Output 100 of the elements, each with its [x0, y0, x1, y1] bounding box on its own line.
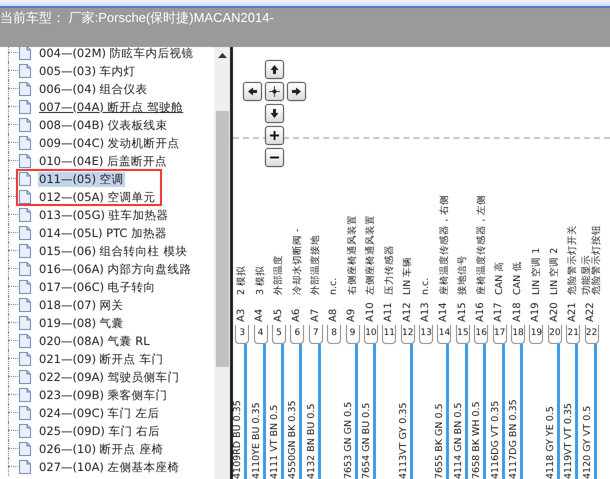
tree-item[interactable]: 013—(05G) 驻车加热器	[38, 208, 170, 222]
tree-item[interactable]: 010—(04E) 后盖断开点	[38, 154, 168, 168]
pin-label: A8	[328, 308, 339, 322]
document-icon	[19, 442, 31, 456]
wire-label: 4113VT GY 0.35	[398, 402, 409, 479]
tree-item[interactable]: 016—(06A) 内部方向盘线路	[38, 262, 193, 276]
wire-label: 7658 BK WH 0.5	[472, 401, 482, 479]
tree-item[interactable]: 005—(03) 车内灯	[38, 64, 137, 78]
wire-label: 4117DG BN 0.35	[509, 399, 520, 479]
tree-item[interactable]: 024—(09C) 车门 左后	[38, 406, 160, 420]
pin-label: A12	[402, 302, 413, 322]
pin-label: A4	[255, 308, 266, 322]
tree-item[interactable]: 009—(04C) 发动机断开点	[38, 136, 181, 150]
arrow-down-button[interactable]	[265, 104, 284, 123]
tree-item[interactable]: 019—(08) 气囊	[38, 316, 125, 330]
pin-description: 危险警示灯开关	[568, 225, 578, 295]
tree-item[interactable]: 014—(05L) PTC 加热器	[38, 226, 168, 240]
pin-terminal: 5	[272, 325, 286, 344]
pin-terminal: 18	[511, 325, 526, 344]
tree-item[interactable]: 020—(08A) 气囊 RL	[38, 334, 151, 348]
arrow-up-button[interactable]	[265, 60, 284, 79]
document-icon	[19, 298, 31, 312]
vehicle-model-label: 当前车型： 厂家:Porsche(保时捷)MACAN2014-	[0, 10, 274, 26]
pin-label: A10	[366, 302, 376, 322]
pin-terminal: 4	[254, 325, 268, 344]
pin-description: n.c.	[329, 278, 340, 295]
pin-label: A14	[439, 302, 450, 322]
document-icon	[19, 316, 31, 330]
pin-label: A16	[476, 302, 486, 322]
pin-description: n.c.	[421, 278, 432, 295]
pin-description: 右侧座椅通风装置	[348, 215, 358, 295]
arrow-down-icon	[268, 107, 281, 120]
document-icon	[19, 172, 31, 186]
tree-item[interactable]: 011—(05) 空调	[38, 172, 125, 186]
pin-label: A5	[274, 308, 284, 322]
tree-item[interactable]: 023—(09B) 乘客侧车门	[38, 388, 169, 402]
pin-description: 压力传感器	[384, 245, 395, 295]
document-icon	[19, 154, 31, 168]
pin-terminal: 9	[346, 325, 360, 344]
document-icon	[19, 136, 31, 150]
pin-description: 2 模拟	[237, 266, 248, 295]
arrow-left-button[interactable]	[243, 82, 262, 101]
tree-item[interactable]: 015—(06) 组合转向柱 模块	[38, 244, 188, 258]
pin-label: A11	[384, 302, 394, 322]
pin-description: 3 模拟	[256, 266, 266, 295]
pin-label: A7	[310, 308, 321, 322]
document-icon	[19, 424, 31, 438]
pin-terminal: 16	[474, 325, 488, 344]
tree-item[interactable]: 017—(06C) 电子转向	[38, 280, 157, 294]
wire-label: 7654 GN BU 0.5	[362, 402, 372, 479]
tree-item[interactable]: 007—(04A) 断开点 驾驶舱	[38, 100, 184, 114]
pin-description: LIN 车辆	[402, 256, 413, 295]
pin-terminal: 15	[456, 325, 470, 344]
arrow-left-icon	[246, 85, 259, 98]
pin-description: 左侧座椅通风装置	[366, 215, 376, 295]
pin-description: 冷却水切断阀 -	[292, 228, 303, 295]
crosshair-button[interactable]	[265, 82, 284, 101]
pin-terminal: 6	[290, 325, 304, 344]
pin-terminal: 3	[235, 325, 250, 344]
document-icon	[19, 244, 31, 258]
pin-label: A9	[347, 308, 358, 322]
scrollbar-thumb[interactable]	[216, 111, 228, 367]
tree-item[interactable]: 027—(10A) 左侧基本座椅	[38, 460, 181, 474]
tree-item[interactable]: 025—(09D) 车门 右后	[38, 424, 162, 438]
document-icon	[19, 226, 31, 240]
document-icon	[19, 190, 31, 204]
arrow-right-button[interactable]	[287, 82, 306, 101]
pin-label: A17	[494, 302, 504, 322]
pin-terminal: 13	[419, 325, 434, 344]
tree-item[interactable]: 012—(05A) 空调单元	[38, 190, 157, 204]
tree-item[interactable]: 004—(02M) 防眩车内后视镜	[38, 47, 195, 60]
pin-terminal: 19	[529, 325, 544, 344]
wire-label: 4118 GY YE 0.5	[546, 406, 556, 479]
pin-description: CAN 低	[513, 262, 524, 295]
wire-label: 4120 GY VT 0.5	[582, 406, 593, 479]
scroll-up-icon[interactable]	[218, 53, 226, 58]
pin-description: 危险警示灯按钮	[592, 225, 602, 295]
wire-label: 4132 BN BU 0.5	[306, 404, 317, 479]
wire-label: 4111 VT BN 0.5	[270, 404, 280, 479]
document-icon	[19, 208, 31, 222]
tree-item[interactable]: 026—(10) 断开点 座椅	[38, 442, 164, 456]
wire-label: 4109RD BU 0.35	[233, 400, 244, 479]
pin-terminal: 11	[382, 325, 396, 344]
tree-item[interactable]: 022—(09A) 驾驶员侧车门	[38, 370, 181, 384]
document-icon	[19, 388, 31, 402]
wire-label: 7653 GN GN 0.5	[344, 402, 354, 479]
minus-button[interactable]	[265, 148, 284, 167]
pin-description: 接地信号	[458, 255, 468, 295]
tree-item[interactable]: 018—(07) 网关	[38, 298, 125, 312]
document-icon	[19, 370, 31, 384]
plus-button[interactable]	[265, 126, 284, 145]
tree-item[interactable]: 008—(04B) 仪表板线束	[38, 118, 169, 132]
pin-label: A22	[586, 302, 596, 322]
document-icon	[19, 118, 31, 132]
tree-item[interactable]: 006—(04) 组合仪表	[38, 82, 149, 96]
tree-item[interactable]: 021—(09) 断开点 车门	[38, 352, 164, 366]
pin-label: A21	[568, 302, 578, 322]
scrollbar[interactable]	[214, 47, 230, 479]
document-icon	[19, 406, 31, 420]
wire-label: 7655 BK GN 0.5	[435, 403, 446, 479]
